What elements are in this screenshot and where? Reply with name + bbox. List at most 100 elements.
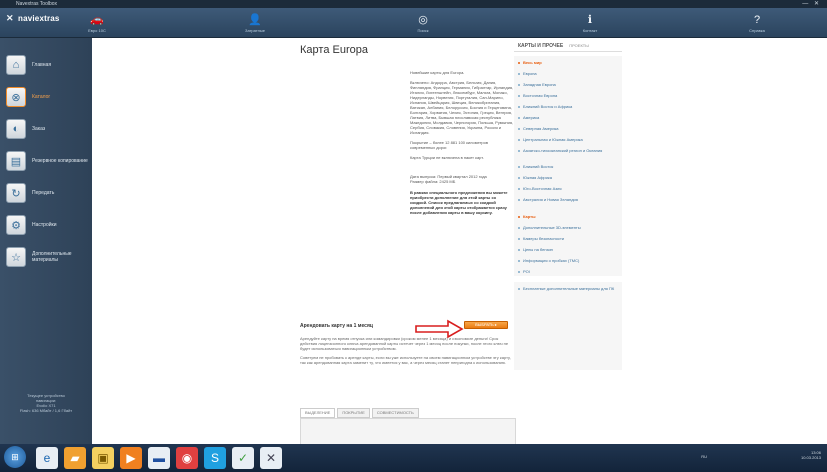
device-storage: Flash: 636 Мбайт / 1,6 Гбайт bbox=[19, 408, 73, 413]
catalog-icon: ⊗ bbox=[6, 87, 26, 107]
sidebar-item-label: Дополнительные материалы bbox=[32, 251, 72, 263]
topnav-item-help[interactable]: ? Справка bbox=[732, 8, 782, 38]
chrome-icon[interactable]: ◉ bbox=[176, 447, 198, 469]
topnav-item-user[interactable]: 👤 Затратные bbox=[230, 8, 280, 38]
topnav-label: Справка bbox=[749, 28, 765, 33]
type-item[interactable]: POI bbox=[518, 269, 620, 274]
desc-file-size: Размер файла: 2425 МБ bbox=[410, 179, 456, 184]
desc-turkey-note: Карта Турции не включена в пакет карт. bbox=[410, 155, 484, 160]
topnav-item-info[interactable]: ℹ Контакт bbox=[565, 8, 615, 38]
tab-highlight[interactable]: ВЫДЕЛЕНИЕ bbox=[300, 408, 336, 418]
topnav-item-support[interactable]: ◎ Поиск bbox=[398, 8, 448, 38]
window-title: Navextras Toolbox bbox=[16, 1, 58, 7]
home-icon: ⌂ bbox=[6, 55, 26, 75]
sidebar-item-backup[interactable]: ▤ Резервное копирование bbox=[6, 150, 88, 172]
explorer-icon[interactable]: ▣ bbox=[92, 447, 114, 469]
sidebar-item-label: Заказ bbox=[32, 126, 46, 132]
region-item[interactable]: Австралия и Новая Зеландия bbox=[518, 197, 620, 202]
extras-list: Бесплатные дополнительные материалы для … bbox=[514, 282, 622, 370]
skype-icon[interactable]: S bbox=[204, 447, 226, 469]
tab-compatibility[interactable]: СОВМЕСТИМОСТЬ bbox=[371, 408, 419, 418]
topnav-item-car[interactable]: 🚗 Евро 10С bbox=[72, 8, 122, 38]
sidebar-item-label: Каталог bbox=[32, 94, 51, 100]
sidebar-item-label: Главная bbox=[32, 62, 52, 68]
language-indicator[interactable]: RU bbox=[701, 454, 707, 459]
folder-icon[interactable]: ▰ bbox=[64, 447, 86, 469]
info-icon: ℹ bbox=[587, 14, 593, 26]
left-sidebar: ⌂ Главная ⊗ Каталог ◐ Заказ ▤ Резервное … bbox=[0, 38, 92, 444]
star-icon: ☆ bbox=[6, 247, 26, 267]
tab-projects[interactable]: ПРОЕКТЫ bbox=[569, 43, 589, 48]
region-item[interactable]: Центральная и Южная Америка bbox=[518, 137, 620, 142]
page-title: Карта Europa bbox=[300, 44, 368, 56]
settings-icon: ⚙ bbox=[6, 215, 26, 235]
sidebar-item-label: Настройки bbox=[32, 222, 57, 228]
region-item[interactable]: Юго-Восточная Азия bbox=[518, 186, 620, 191]
region-item[interactable]: Северная Америка bbox=[518, 126, 620, 131]
type-item[interactable]: Дополнительные 3D-элементы bbox=[518, 225, 620, 230]
sidebar-item-order[interactable]: ◐ Заказ bbox=[6, 118, 88, 140]
sync-icon: ↻ bbox=[6, 183, 26, 203]
type-item[interactable]: Карты bbox=[518, 214, 620, 219]
sidebar-item-home[interactable]: ⌂ Главная bbox=[6, 54, 88, 76]
type-item[interactable]: Цены на бензин bbox=[518, 247, 620, 252]
type-item[interactable]: Бесплатные дополнительные материалы для … bbox=[518, 286, 620, 291]
headset-icon: ◎ bbox=[418, 14, 428, 26]
system-tray: 13:06 10.03.2013 bbox=[801, 450, 821, 460]
region-list: Весь мир Европа Западная Европа Восточна… bbox=[514, 56, 622, 276]
region-item[interactable]: Восточная Европа bbox=[518, 93, 620, 98]
backup-icon: ▤ bbox=[6, 151, 26, 171]
tab-panel bbox=[300, 418, 516, 444]
region-item[interactable]: Азиатско-тихоокеанский регион и Океания bbox=[518, 148, 620, 153]
clock-date: 10.03.2013 bbox=[800, 455, 821, 460]
category-panel: КАРТЫ И ПРОЧЕЕ ПРОЕКТЫ Весь мир Европа З… bbox=[514, 40, 622, 370]
rent-title: Арендовать карту на 1 месяц bbox=[300, 323, 373, 329]
region-item[interactable]: Весь мир bbox=[518, 60, 620, 65]
desc-coverage: Покрытие – более 12 881 100 километров с… bbox=[410, 140, 488, 150]
start-button[interactable]: ⊞ bbox=[4, 446, 26, 468]
window-title-bar: Navextras Toolbox — ✕ bbox=[0, 0, 827, 8]
tool-icon[interactable]: ✓ bbox=[232, 447, 254, 469]
sidebar-item-catalog[interactable]: ⊗ Каталог bbox=[6, 86, 88, 108]
rent-select-button[interactable]: ВЫБРАТЬ ▸ bbox=[464, 321, 508, 329]
region-item[interactable]: Западная Европа bbox=[518, 82, 620, 87]
detail-tabs: ВЫДЕЛЕНИЕ ПОКРЫТИЕ СОВМЕСТИМОСТЬ bbox=[300, 408, 419, 418]
product-description: Новейшие карты для Europa. Включено: Анд… bbox=[410, 70, 514, 220]
main-content: Карта Europa Новейшие карты для Europa. … bbox=[92, 38, 827, 444]
region-item[interactable]: Америка bbox=[518, 115, 620, 120]
device-info: Текущее устройство навигации: Evolio X71… bbox=[4, 393, 88, 413]
sidebar-item-settings[interactable]: ⚙ Настройки bbox=[6, 214, 88, 236]
region-item[interactable]: Ближний Восток bbox=[518, 164, 620, 169]
naviextras-icon[interactable]: ✕ bbox=[260, 447, 282, 469]
top-toolbar: ✕ naviextras 🚗 Евро 10С 👤 Затратные ◎ По… bbox=[0, 8, 827, 38]
tab-maps-and-more[interactable]: КАРТЫ И ПРОЧЕЕ bbox=[518, 43, 563, 49]
car-icon: 🚗 bbox=[90, 14, 104, 26]
taskbar: ⊞ e ▰ ▣ ▶ ▬ ◉ S ✓ ✕ 13:06 10.03.2013 RU bbox=[0, 444, 827, 472]
sidebar-item-transfer[interactable]: ↻ Передать bbox=[6, 182, 88, 204]
topnav-label: Евро 10С bbox=[88, 28, 106, 33]
promo-text: В рамках специального предложения вы мож… bbox=[410, 190, 508, 215]
topnav-label: Контакт bbox=[582, 28, 598, 33]
app-logo: ✕ naviextras bbox=[6, 13, 60, 24]
type-item[interactable]: Информация о пробках (TMC) bbox=[518, 258, 620, 263]
window-controls[interactable]: — ✕ bbox=[802, 0, 821, 8]
sidebar-item-label: Передать bbox=[32, 190, 55, 196]
desc-paragraph: Новейшие карты для Europa. bbox=[410, 70, 465, 75]
sidebar-item-extras[interactable]: ☆ Дополнительные материалы bbox=[6, 246, 88, 268]
person-icon: 👤 bbox=[248, 14, 262, 26]
topnav-label: Поиск bbox=[417, 28, 429, 33]
type-item[interactable]: Камеры безопасности bbox=[518, 236, 620, 241]
logo-mark-icon: ✕ bbox=[6, 13, 14, 23]
product-detail: Карта Europa Новейшие карты для Europa. … bbox=[300, 38, 518, 444]
ie-icon[interactable]: e bbox=[36, 447, 58, 469]
region-item[interactable]: Южная Африка bbox=[518, 175, 620, 180]
tab-coverage[interactable]: ПОКРЫТИЕ bbox=[337, 408, 370, 418]
product-info-area: Новейшие карты для Europa. Включено: Анд… bbox=[300, 60, 518, 350]
save-icon[interactable]: ▬ bbox=[148, 447, 170, 469]
media-icon[interactable]: ▶ bbox=[120, 447, 142, 469]
region-item[interactable]: Европа bbox=[518, 71, 620, 76]
europe-map-image bbox=[306, 66, 406, 166]
rent-paragraph: Арендуйте карту на время отпуска или ком… bbox=[300, 336, 509, 351]
region-item[interactable]: Ближний Восток и Африка bbox=[518, 104, 620, 109]
question-icon: ? bbox=[753, 14, 761, 26]
